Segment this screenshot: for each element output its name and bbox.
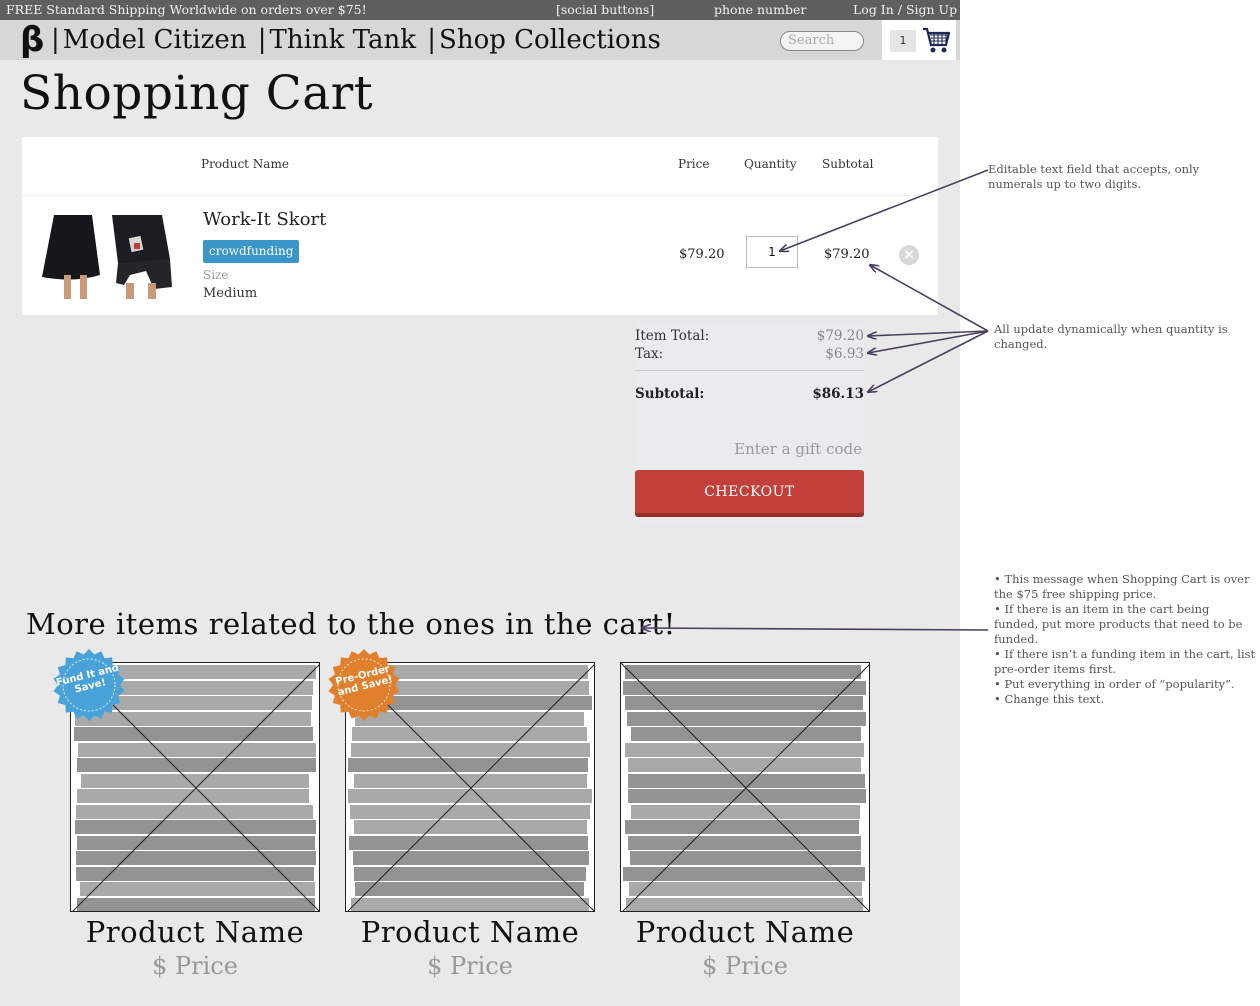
tax-value: $6.93 bbox=[825, 346, 864, 362]
nav-links: | Model Citizen | Think Tank | Shop Collect… bbox=[51, 25, 661, 55]
annotation-line: • Change this text. bbox=[994, 692, 1105, 706]
mini-cart[interactable]: 1 bbox=[882, 20, 956, 60]
cart-count-badge: 1 bbox=[890, 30, 916, 52]
totals-divider bbox=[635, 370, 864, 371]
annotation-related: • This message when Shopping Cart is ove… bbox=[994, 572, 1256, 707]
wireframe-canvas: FREE Standard Shipping Worldwide on orde… bbox=[0, 0, 960, 1006]
main-nav: β | Model Citizen | Think Tank | Shop Colle… bbox=[0, 20, 960, 60]
nav-link-think-tank[interactable]: Think Tank bbox=[270, 25, 417, 55]
header-quantity: Quantity bbox=[744, 157, 797, 171]
nav-link-model-citizen[interactable]: Model Citizen bbox=[63, 25, 247, 55]
header-product-name: Product Name bbox=[201, 157, 289, 171]
login-signup-link[interactable]: Log In / Sign Up bbox=[853, 0, 957, 20]
related-product-price: $ Price bbox=[427, 952, 513, 980]
cart-item-name[interactable]: Work-It Skort bbox=[203, 209, 326, 230]
shopping-cart-icon[interactable] bbox=[922, 25, 950, 55]
subtotal-label: Subtotal: bbox=[635, 386, 705, 402]
image-placeholder-x bbox=[621, 663, 869, 911]
related-product-price: $ Price bbox=[152, 952, 238, 980]
size-label: Size bbox=[203, 268, 229, 282]
annotation-line: • Put everything in order of “popularity… bbox=[994, 677, 1235, 691]
size-value: Medium bbox=[203, 286, 258, 301]
tax-label: Tax: bbox=[635, 346, 664, 362]
item-total-value: $79.20 bbox=[816, 328, 864, 344]
search-input[interactable]: Search bbox=[780, 31, 864, 51]
header-price: Price bbox=[678, 157, 710, 171]
annotation-line: • If there is an item in the cart being … bbox=[994, 602, 1243, 646]
phone-number: phone number bbox=[714, 2, 807, 17]
item-subtotal: $79.20 bbox=[824, 247, 870, 262]
nav-link-shop-collections[interactable]: Shop Collections bbox=[439, 25, 661, 55]
item-total-label: Item Total: bbox=[635, 328, 710, 344]
gift-code-input[interactable]: Enter a gift code bbox=[734, 440, 862, 458]
quantity-input[interactable]: 1 bbox=[746, 236, 798, 268]
product-thumbnail[interactable] bbox=[34, 213, 184, 299]
order-totals: Item Total: $79.20 Tax: $6.93 Subtotal: … bbox=[635, 323, 864, 523]
related-heading: More items related to the ones in the ca… bbox=[26, 607, 676, 641]
crowdfunding-tag: crowdfunding bbox=[203, 240, 300, 263]
remove-item-icon[interactable]: × bbox=[899, 245, 919, 265]
pre-order-badge: Pre-Order and Save! bbox=[327, 648, 401, 722]
shipping-message: FREE Standard Shipping Worldwide on orde… bbox=[6, 2, 367, 17]
related-product-price: $ Price bbox=[702, 952, 788, 980]
item-price: $79.20 bbox=[679, 247, 725, 262]
related-product-name[interactable]: Product Name bbox=[345, 915, 595, 949]
top-bar: FREE Standard Shipping Worldwide on orde… bbox=[0, 0, 960, 20]
related-product-name[interactable]: Product Name bbox=[70, 915, 320, 949]
page-title: Shopping Cart bbox=[20, 66, 374, 121]
beta-logo[interactable]: β bbox=[20, 20, 44, 60]
subtotal-value: $86.13 bbox=[812, 386, 864, 402]
header-divider bbox=[22, 195, 938, 196]
related-product-name[interactable]: Product Name bbox=[620, 915, 870, 949]
annotation-line: • If there isn’t a funding item in the c… bbox=[994, 647, 1256, 676]
cart-table: Product Name Price Quantity Subtotal Wor… bbox=[22, 137, 938, 315]
annotation-totals: All update dynamically when quantity is … bbox=[994, 322, 1228, 351]
checkout-button[interactable]: CHECKOUT bbox=[635, 470, 864, 517]
header-subtotal: Subtotal bbox=[822, 157, 874, 171]
social-buttons[interactable]: [social buttons] bbox=[556, 0, 654, 20]
fund-it-badge: Fund It and Save! bbox=[52, 648, 126, 722]
annotation-quantity: Editable text field that accepts, only n… bbox=[988, 162, 1200, 191]
annotation-line: • This message when Shopping Cart is ove… bbox=[994, 572, 1250, 601]
related-product-image[interactable] bbox=[620, 662, 870, 912]
